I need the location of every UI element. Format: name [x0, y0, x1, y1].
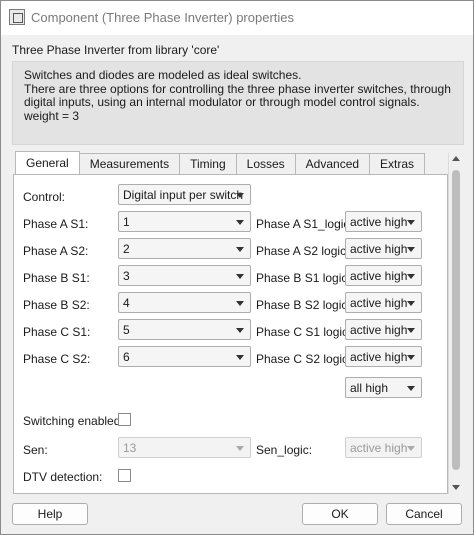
scroll-up-icon[interactable]	[452, 156, 460, 161]
phase-c-s2-logic-label: Phase C S2 logic:	[256, 352, 352, 366]
control-select[interactable]: Digital input per switch	[118, 184, 251, 205]
scroll-down-icon[interactable]	[452, 485, 460, 490]
phase-c-s2-value: 6	[123, 349, 130, 364]
phase-c-s1-value: 5	[123, 322, 130, 337]
general-panel: Control: Digital input per switch Phase …	[13, 174, 448, 494]
phase-c-s2-logic-select[interactable]: active high	[345, 346, 422, 367]
tab-bar: General Measurements Timing Losses Advan…	[15, 151, 426, 174]
tab-measurements[interactable]: Measurements	[78, 153, 181, 174]
chevron-down-icon	[407, 355, 415, 360]
description-box: Switches and diodes are modeled as ideal…	[12, 61, 464, 145]
phase-a-s2-logic-label: Phase A S2 logic:	[256, 244, 350, 258]
phase-a-s1-value: 1	[123, 214, 130, 229]
phase-c-s1-label: Phase C S1:	[23, 325, 91, 339]
chevron-down-icon	[236, 274, 244, 279]
chevron-down-icon	[407, 274, 415, 279]
chevron-down-icon	[236, 301, 244, 306]
phase-b-s1-logic-select[interactable]: active high	[345, 265, 422, 286]
phase-b-s2-value: 4	[123, 295, 130, 310]
sen-logic-label: Sen_logic:	[256, 443, 313, 457]
chevron-down-icon	[236, 193, 244, 198]
ok-button[interactable]: OK	[302, 503, 378, 525]
weight-text: weight = 3	[24, 108, 80, 123]
phase-b-s1-logic-value: active high	[350, 268, 408, 283]
switching-enabled-checkbox[interactable]	[118, 413, 131, 426]
phase-b-s1-label: Phase B S1:	[23, 271, 90, 285]
title-bar: Component (Three Phase Inverter) propert…	[1, 1, 473, 35]
phase-c-s2-select[interactable]: 6	[118, 346, 251, 367]
chevron-down-icon	[236, 220, 244, 225]
sen-logic-select[interactable]: active high	[345, 437, 422, 458]
chevron-down-icon	[407, 386, 415, 391]
phase-b-s2-logic-label: Phase B S2 logic:	[256, 298, 351, 312]
dtv-detection-label: DTV detection:	[23, 470, 103, 484]
sen-value: 13	[123, 440, 137, 455]
scroll-thumb[interactable]	[452, 170, 460, 470]
phase-b-s1-logic-label: Phase B S1 logic:	[256, 271, 351, 285]
control-select-value: Digital input per switch	[123, 187, 244, 202]
sen-select[interactable]: 13	[118, 437, 251, 458]
library-line: Three Phase Inverter from library 'core'	[12, 43, 220, 57]
dtv-detection-checkbox[interactable]	[118, 469, 131, 482]
phase-a-s2-logic-select[interactable]: active high	[345, 238, 422, 259]
component-icon	[9, 9, 25, 25]
phase-a-s2-select[interactable]: 2	[118, 238, 251, 259]
chevron-down-icon	[236, 355, 244, 360]
tab-timing[interactable]: Timing	[179, 153, 237, 174]
phase-a-s1-select[interactable]: 1	[118, 211, 251, 232]
phase-a-s1-logic-select[interactable]: active high	[345, 211, 422, 232]
phase-a-s2-label: Phase A S2:	[23, 244, 89, 258]
chevron-down-icon	[236, 328, 244, 333]
description-line-1: Switches and diodes are modeled as ideal…	[24, 68, 302, 82]
chevron-down-icon	[407, 446, 415, 451]
chevron-down-icon	[236, 446, 244, 451]
phase-c-s2-logic-value: active high	[350, 349, 408, 364]
chevron-down-icon	[236, 247, 244, 252]
phase-a-s1-logic-value: active high	[350, 214, 408, 229]
switching-enabled-label: Switching enabled:	[23, 414, 124, 428]
chevron-down-icon	[407, 301, 415, 306]
phase-b-s2-logic-value: active high	[350, 295, 408, 310]
phase-c-s1-logic-value: active high	[350, 322, 408, 337]
all-logic-select[interactable]: all high	[345, 377, 422, 398]
phase-a-s2-value: 2	[123, 241, 130, 256]
vertical-scrollbar[interactable]	[448, 153, 462, 494]
chevron-down-icon	[407, 220, 415, 225]
help-button[interactable]: Help	[12, 503, 88, 525]
phase-c-s1-logic-select[interactable]: active high	[345, 319, 422, 340]
cancel-button[interactable]: Cancel	[386, 503, 462, 525]
phase-b-s2-select[interactable]: 4	[118, 292, 251, 313]
phase-a-s1-logic-label: Phase A S1_logic:	[256, 217, 353, 231]
description-line-2: There are three options for controlling …	[24, 81, 451, 109]
properties-dialog: Component (Three Phase Inverter) propert…	[0, 0, 474, 535]
tab-extras[interactable]: Extras	[369, 153, 426, 174]
chevron-down-icon	[407, 328, 415, 333]
tab-general[interactable]: General	[15, 151, 80, 174]
phase-c-s2-label: Phase C S2:	[23, 352, 91, 366]
tab-losses[interactable]: Losses	[235, 153, 296, 174]
control-label: Control:	[23, 190, 66, 204]
window-title: Component (Three Phase Inverter) propert…	[31, 10, 295, 25]
chevron-down-icon	[407, 247, 415, 252]
sen-logic-value: active high	[350, 440, 408, 455]
phase-a-s2-logic-value: active high	[350, 241, 408, 256]
phase-a-s1-label: Phase A S1:	[23, 217, 89, 231]
phase-c-s1-select[interactable]: 5	[118, 319, 251, 340]
phase-b-s2-label: Phase B S2:	[23, 298, 90, 312]
phase-b-s1-select[interactable]: 3	[118, 265, 251, 286]
phase-b-s2-logic-select[interactable]: active high	[345, 292, 422, 313]
sen-label: Sen:	[23, 443, 48, 457]
phase-c-s1-logic-label: Phase C S1 logic:	[256, 325, 352, 339]
tab-advanced[interactable]: Advanced	[294, 153, 371, 174]
all-logic-value: all high	[350, 380, 389, 395]
phase-b-s1-value: 3	[123, 268, 130, 283]
